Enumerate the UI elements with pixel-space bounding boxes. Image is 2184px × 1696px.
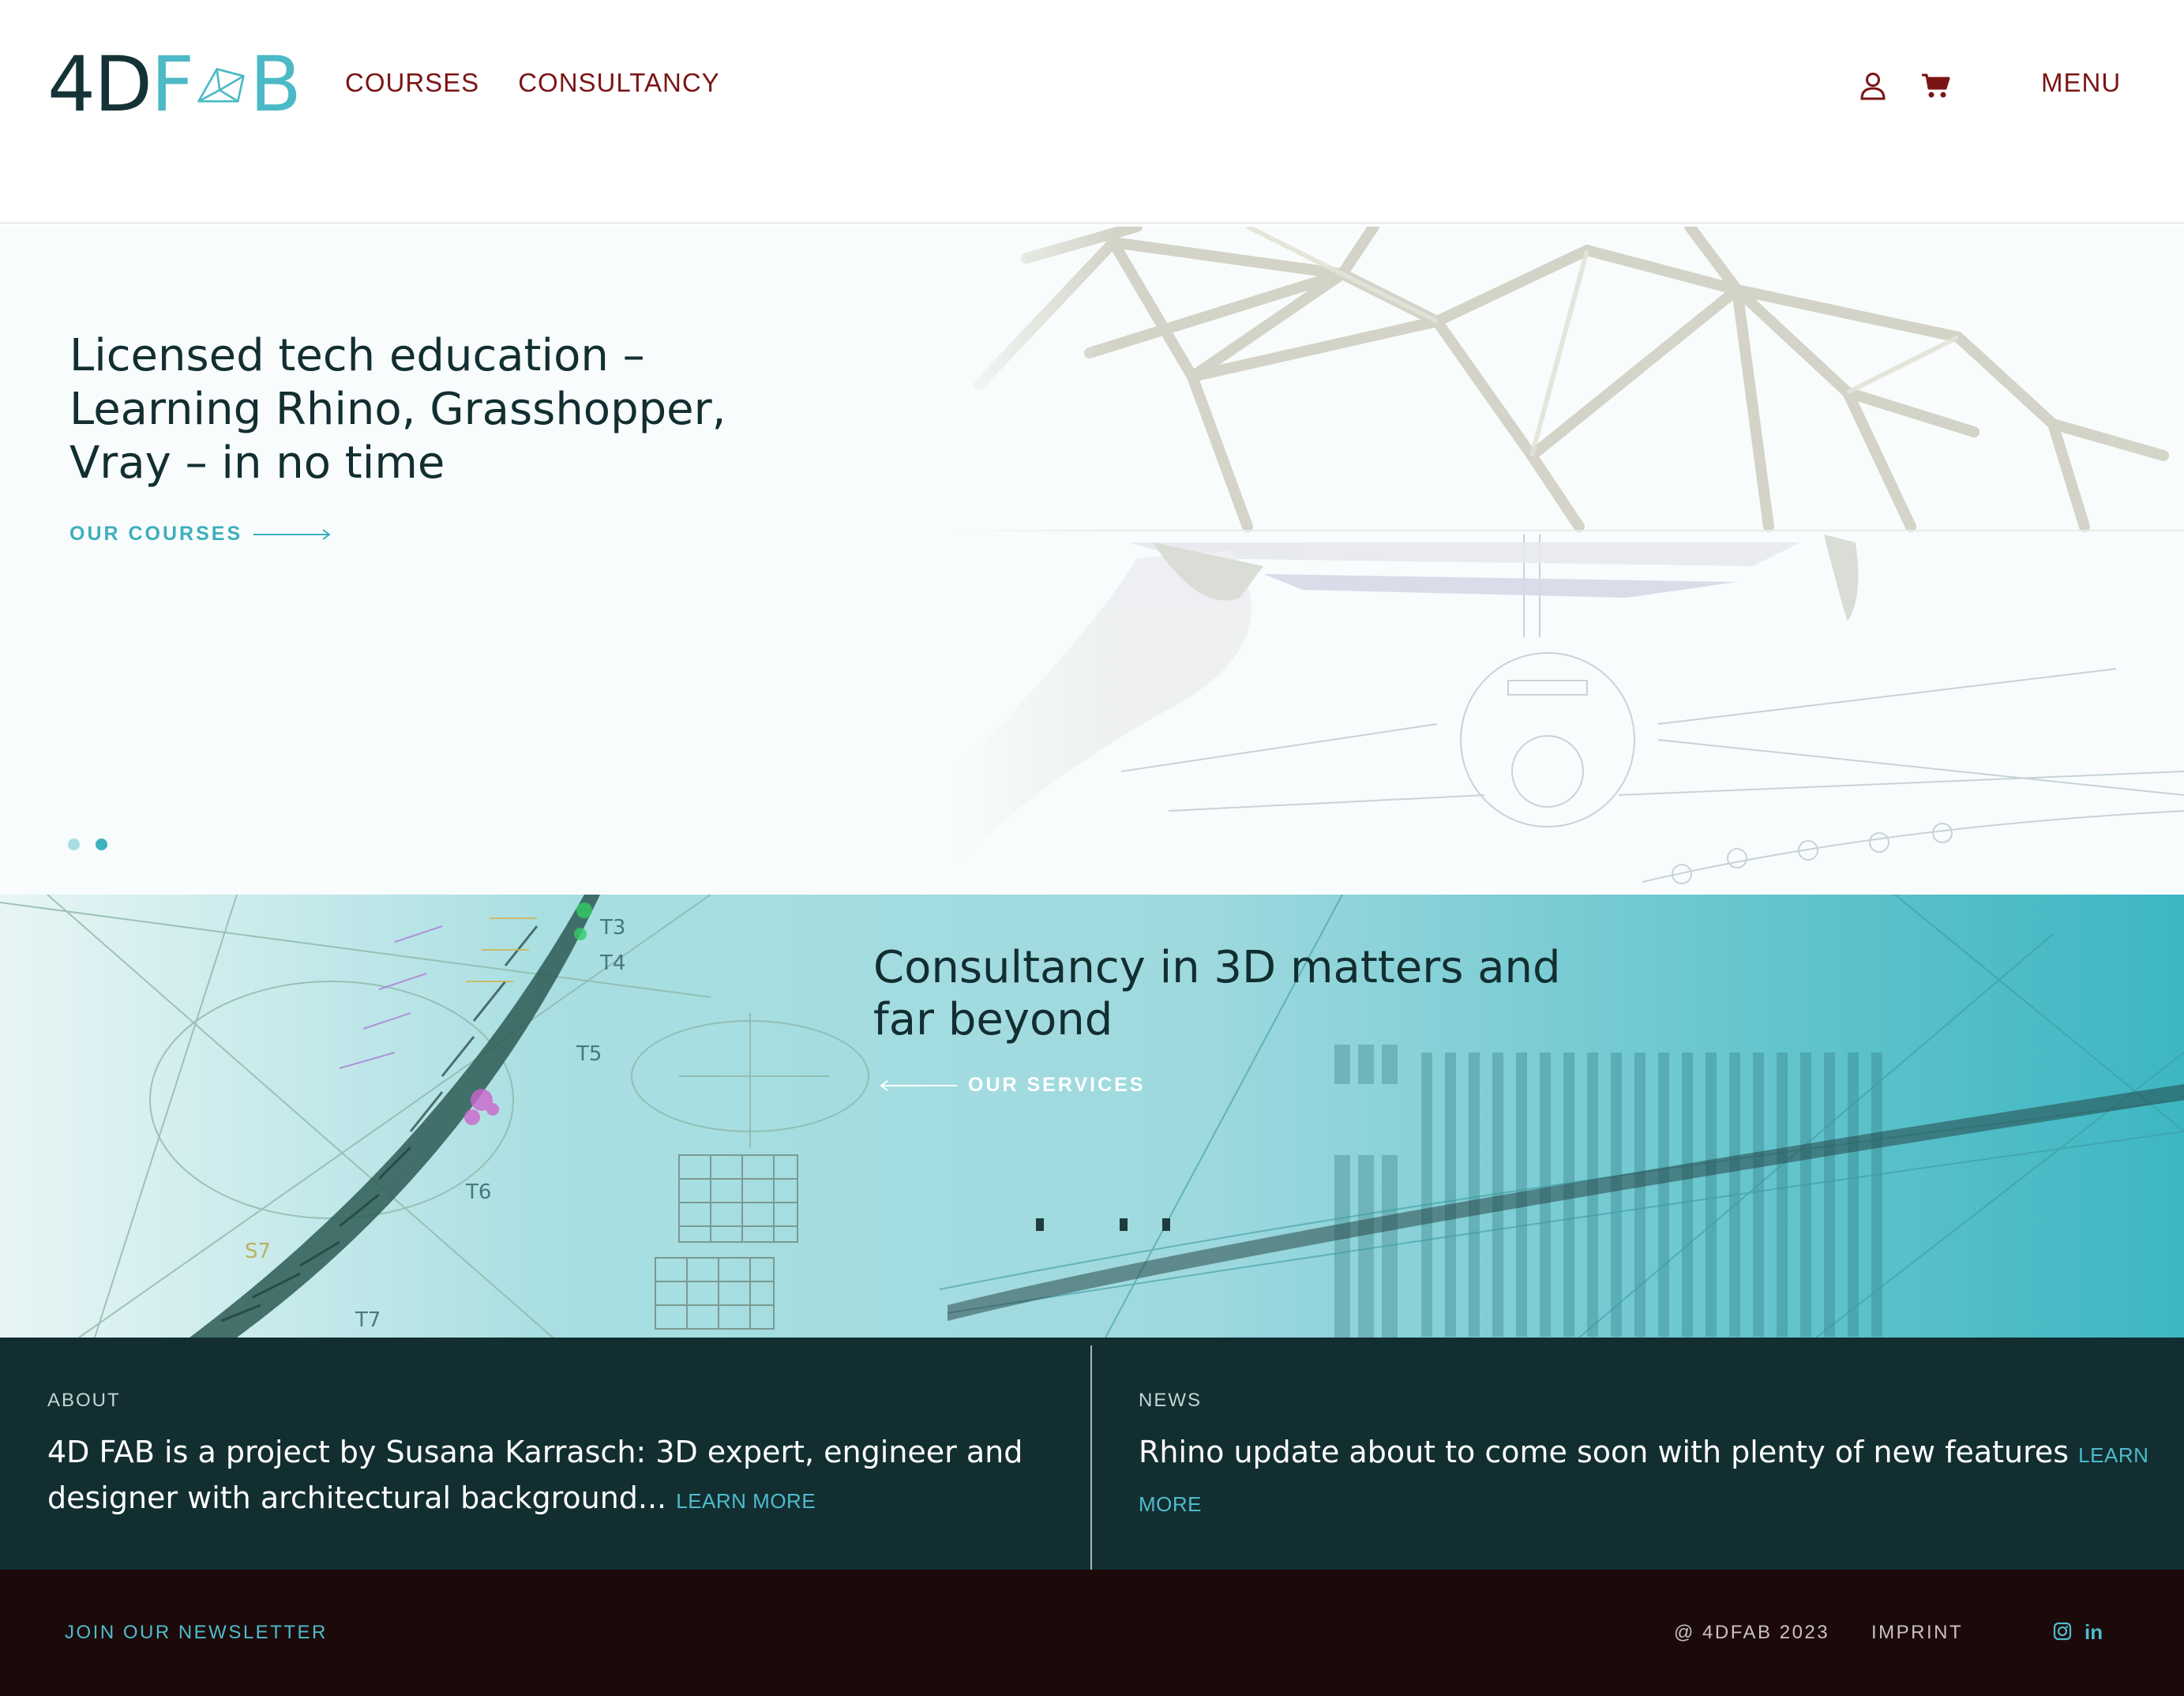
hero-image-fade (908, 227, 1113, 895)
user-icon[interactable] (1859, 71, 1886, 101)
news-text: Rhino update about to come soon with ple… (1139, 1435, 2070, 1469)
consultancy-title: Consultancy in 3D matters and far beyond (873, 942, 1561, 1045)
nav-courses-link[interactable]: COURSES (345, 68, 479, 98)
cart-icon[interactable] (1921, 73, 1951, 99)
news-text-block: Rhino update about to come soon with ple… (1139, 1429, 2165, 1527)
menu-button[interactable]: MENU (2041, 68, 2121, 98)
info-divider (1090, 1345, 1092, 1570)
about-text-block: 4D FAB is a project by Susana Karrasch: … (47, 1429, 1026, 1524)
our-courses-link[interactable]: OUR COURSES (69, 523, 332, 546)
about-learn-more-link[interactable]: LEARN MORE (676, 1489, 816, 1513)
consultancy-section: T3 T4 T5 T6 T7 S7 Consultancy in 3D matt… (0, 895, 2184, 1338)
hero-section: Licensed tech education – Learning Rhino… (0, 227, 2184, 895)
logo-polyhedron-icon (197, 68, 245, 103)
news-label: NEWS (1139, 1390, 1202, 1411)
slider-dots (68, 839, 107, 850)
our-courses-label: OUR COURSES (69, 523, 243, 545)
site-footer: JOIN OUR NEWSLETTER @ 4DFAB 2023 IMPRINT… (0, 1570, 2184, 1696)
our-services-label: OUR SERVICES (968, 1074, 1146, 1096)
hero-title: Licensed tech education – Learning Rhino… (69, 330, 726, 489)
imprint-link[interactable]: IMPRINT (1871, 1622, 1963, 1644)
copyright-text: @ 4DFAB 2023 (1674, 1622, 1830, 1643)
info-section: ABOUT 4D FAB is a project by Susana Karr… (0, 1338, 2184, 1570)
news-column: NEWS Rhino update about to come soon wit… (1139, 1338, 2165, 1570)
arrow-left-icon (880, 1079, 957, 1091)
linkedin-icon[interactable]: in (2085, 1620, 2103, 1645)
slider-dot-1[interactable] (68, 839, 80, 850)
logo-4d-text: 4D (47, 40, 152, 129)
about-label: ABOUT (47, 1390, 121, 1411)
arrow-right-icon (253, 528, 331, 540)
svg-text:T4: T4 (599, 951, 625, 975)
slider-dot-2[interactable] (96, 839, 107, 850)
newsletter-link[interactable]: JOIN OUR NEWSLETTER (65, 1622, 328, 1644)
instagram-icon[interactable] (2053, 1622, 2072, 1641)
our-services-link[interactable]: OUR SERVICES (878, 1074, 1145, 1097)
svg-text:T6: T6 (465, 1180, 491, 1204)
site-header: 4D F B COURSES CONSULTANCY MENU (0, 0, 2184, 224)
svg-text:T7: T7 (355, 1308, 381, 1332)
logo-b-text: B (250, 40, 302, 129)
hero-structure-illustration (932, 227, 2184, 895)
about-column: ABOUT 4D FAB is a project by Susana Karr… (47, 1338, 1026, 1570)
svg-text:T5: T5 (576, 1042, 602, 1066)
nav-consultancy-link[interactable]: CONSULTANCY (518, 68, 719, 98)
logo-f-text: F (151, 40, 194, 129)
about-text: 4D FAB is a project by Susana Karrasch: … (47, 1435, 1023, 1515)
site-logo[interactable]: 4D F B (47, 40, 302, 129)
svg-text:S7: S7 (245, 1240, 271, 1263)
main-nav: COURSES CONSULTANCY (345, 68, 720, 98)
svg-text:T3: T3 (599, 916, 625, 940)
